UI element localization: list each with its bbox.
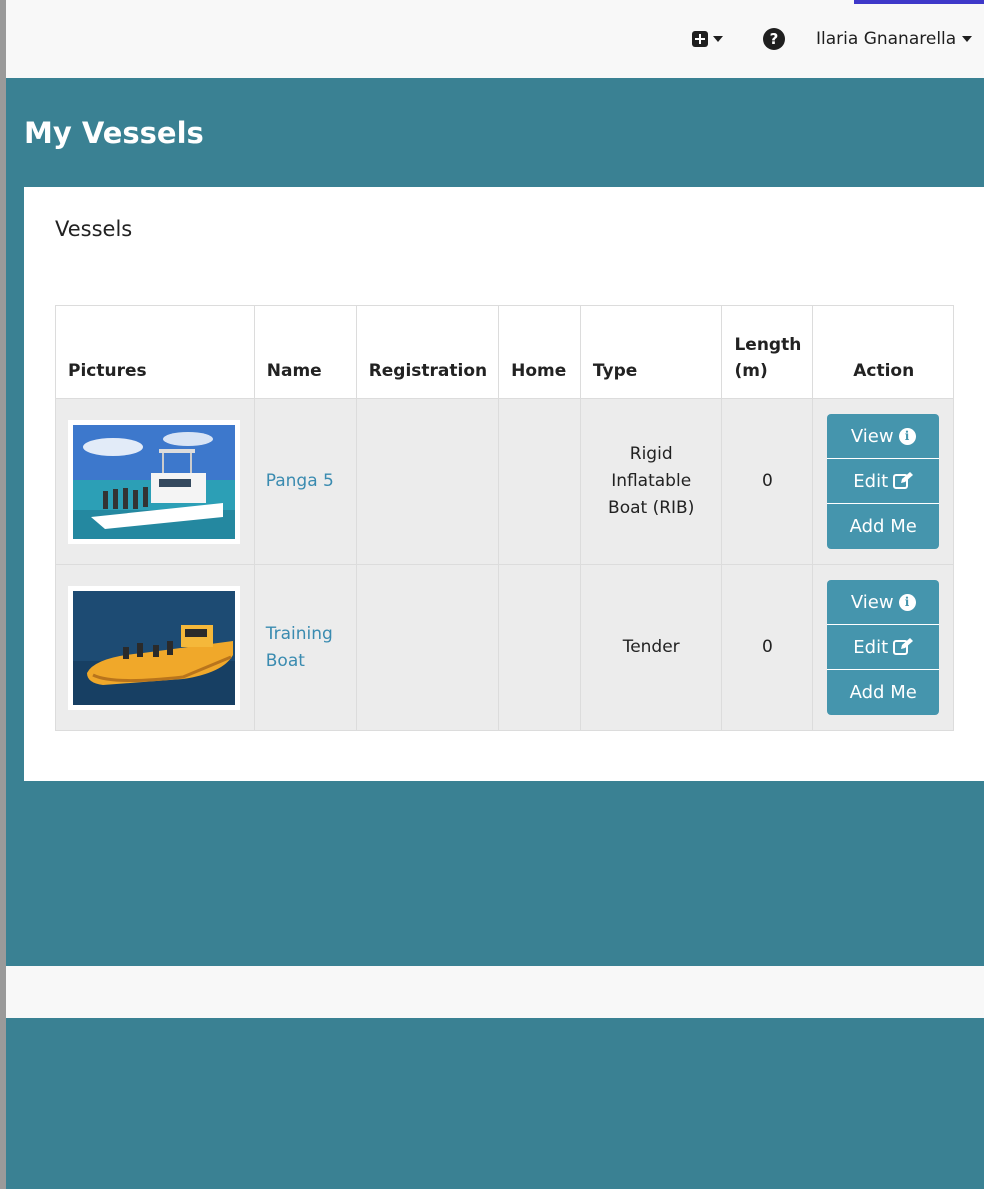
- view-button[interactable]: View i: [827, 414, 940, 459]
- question-circle-icon: ?: [763, 28, 785, 50]
- page-header: My Vessels: [6, 78, 984, 186]
- edit-square-icon: [893, 638, 914, 656]
- vessel-name-link[interactable]: Panga 5: [266, 471, 334, 491]
- add-me-button[interactable]: Add Me: [827, 504, 940, 549]
- header-home: Home: [498, 305, 581, 399]
- top-navbar: ? Ilaria Gnanarella: [6, 0, 984, 78]
- picture-cell: [55, 564, 255, 731]
- info-circle-icon: i: [898, 427, 916, 445]
- header-registration: Registration: [355, 305, 500, 399]
- page-title: My Vessels: [24, 116, 204, 150]
- top-accent-bar: [854, 0, 984, 4]
- edit-label: Edit: [853, 636, 889, 658]
- add-menu-toggle[interactable]: [692, 26, 723, 52]
- vessel-thumbnail[interactable]: [68, 585, 240, 710]
- length-cell: 0: [721, 398, 814, 565]
- table-row: Training Boat Tender 0 View i Edit Add M…: [55, 564, 954, 731]
- view-button[interactable]: View i: [827, 580, 940, 625]
- header-name: Name: [253, 305, 357, 399]
- panel-title: Vessels: [55, 217, 133, 241]
- name-cell: Panga 5: [253, 398, 357, 565]
- footer-bar: [6, 966, 984, 1018]
- view-label: View: [850, 591, 894, 613]
- header-action: Action: [812, 305, 954, 399]
- boat-photo-yellow-rib: [73, 590, 235, 705]
- table-header-row: Pictures Name Registration Home Type Len…: [55, 305, 954, 399]
- action-button-group: View i Edit Add Me: [827, 580, 940, 715]
- help-button[interactable]: ?: [763, 26, 785, 52]
- edit-label: Edit: [853, 470, 889, 492]
- registration-cell: [355, 564, 500, 731]
- vessel-name-link[interactable]: Training Boat: [266, 624, 333, 671]
- add-me-label: Add Me: [849, 682, 917, 703]
- caret-down-icon: [713, 36, 723, 42]
- user-menu-toggle[interactable]: Ilaria Gnanarella: [816, 26, 973, 52]
- type-cell: Rigid Inflatable Boat (RIB): [579, 398, 723, 565]
- info-circle-icon: i: [898, 593, 916, 611]
- edit-button[interactable]: Edit: [827, 625, 940, 670]
- plus-square-icon: [692, 31, 708, 47]
- edit-square-icon: [893, 472, 914, 490]
- edit-button[interactable]: Edit: [827, 459, 940, 504]
- boat-photo-white-cabin-cruiser: [73, 424, 235, 539]
- header-type: Type: [579, 305, 723, 399]
- header-pictures: Pictures: [55, 305, 255, 399]
- header-length: Length (m): [721, 305, 814, 399]
- action-cell: View i Edit Add Me: [812, 398, 954, 565]
- name-cell: Training Boat: [253, 564, 357, 731]
- registration-cell: [355, 398, 500, 565]
- action-button-group: View i Edit Add Me: [827, 414, 940, 549]
- type-cell: Tender: [579, 564, 723, 731]
- length-cell: 0: [721, 564, 814, 731]
- caret-down-icon: [962, 36, 973, 42]
- vessel-thumbnail[interactable]: [68, 419, 240, 544]
- vessels-panel: Vessels Pictures Name Registration Home …: [24, 187, 984, 781]
- home-cell: [498, 564, 581, 731]
- user-name: Ilaria Gnanarella: [816, 29, 957, 49]
- add-me-button[interactable]: Add Me: [827, 670, 940, 715]
- picture-cell: [55, 398, 255, 565]
- home-cell: [498, 398, 581, 565]
- add-me-label: Add Me: [849, 516, 917, 537]
- vessels-table: Pictures Name Registration Home Type Len…: [55, 305, 954, 731]
- table-row: Panga 5 Rigid Inflatable Boat (RIB) 0 Vi…: [55, 398, 954, 565]
- action-cell: View i Edit Add Me: [812, 564, 954, 731]
- view-label: View: [850, 425, 894, 447]
